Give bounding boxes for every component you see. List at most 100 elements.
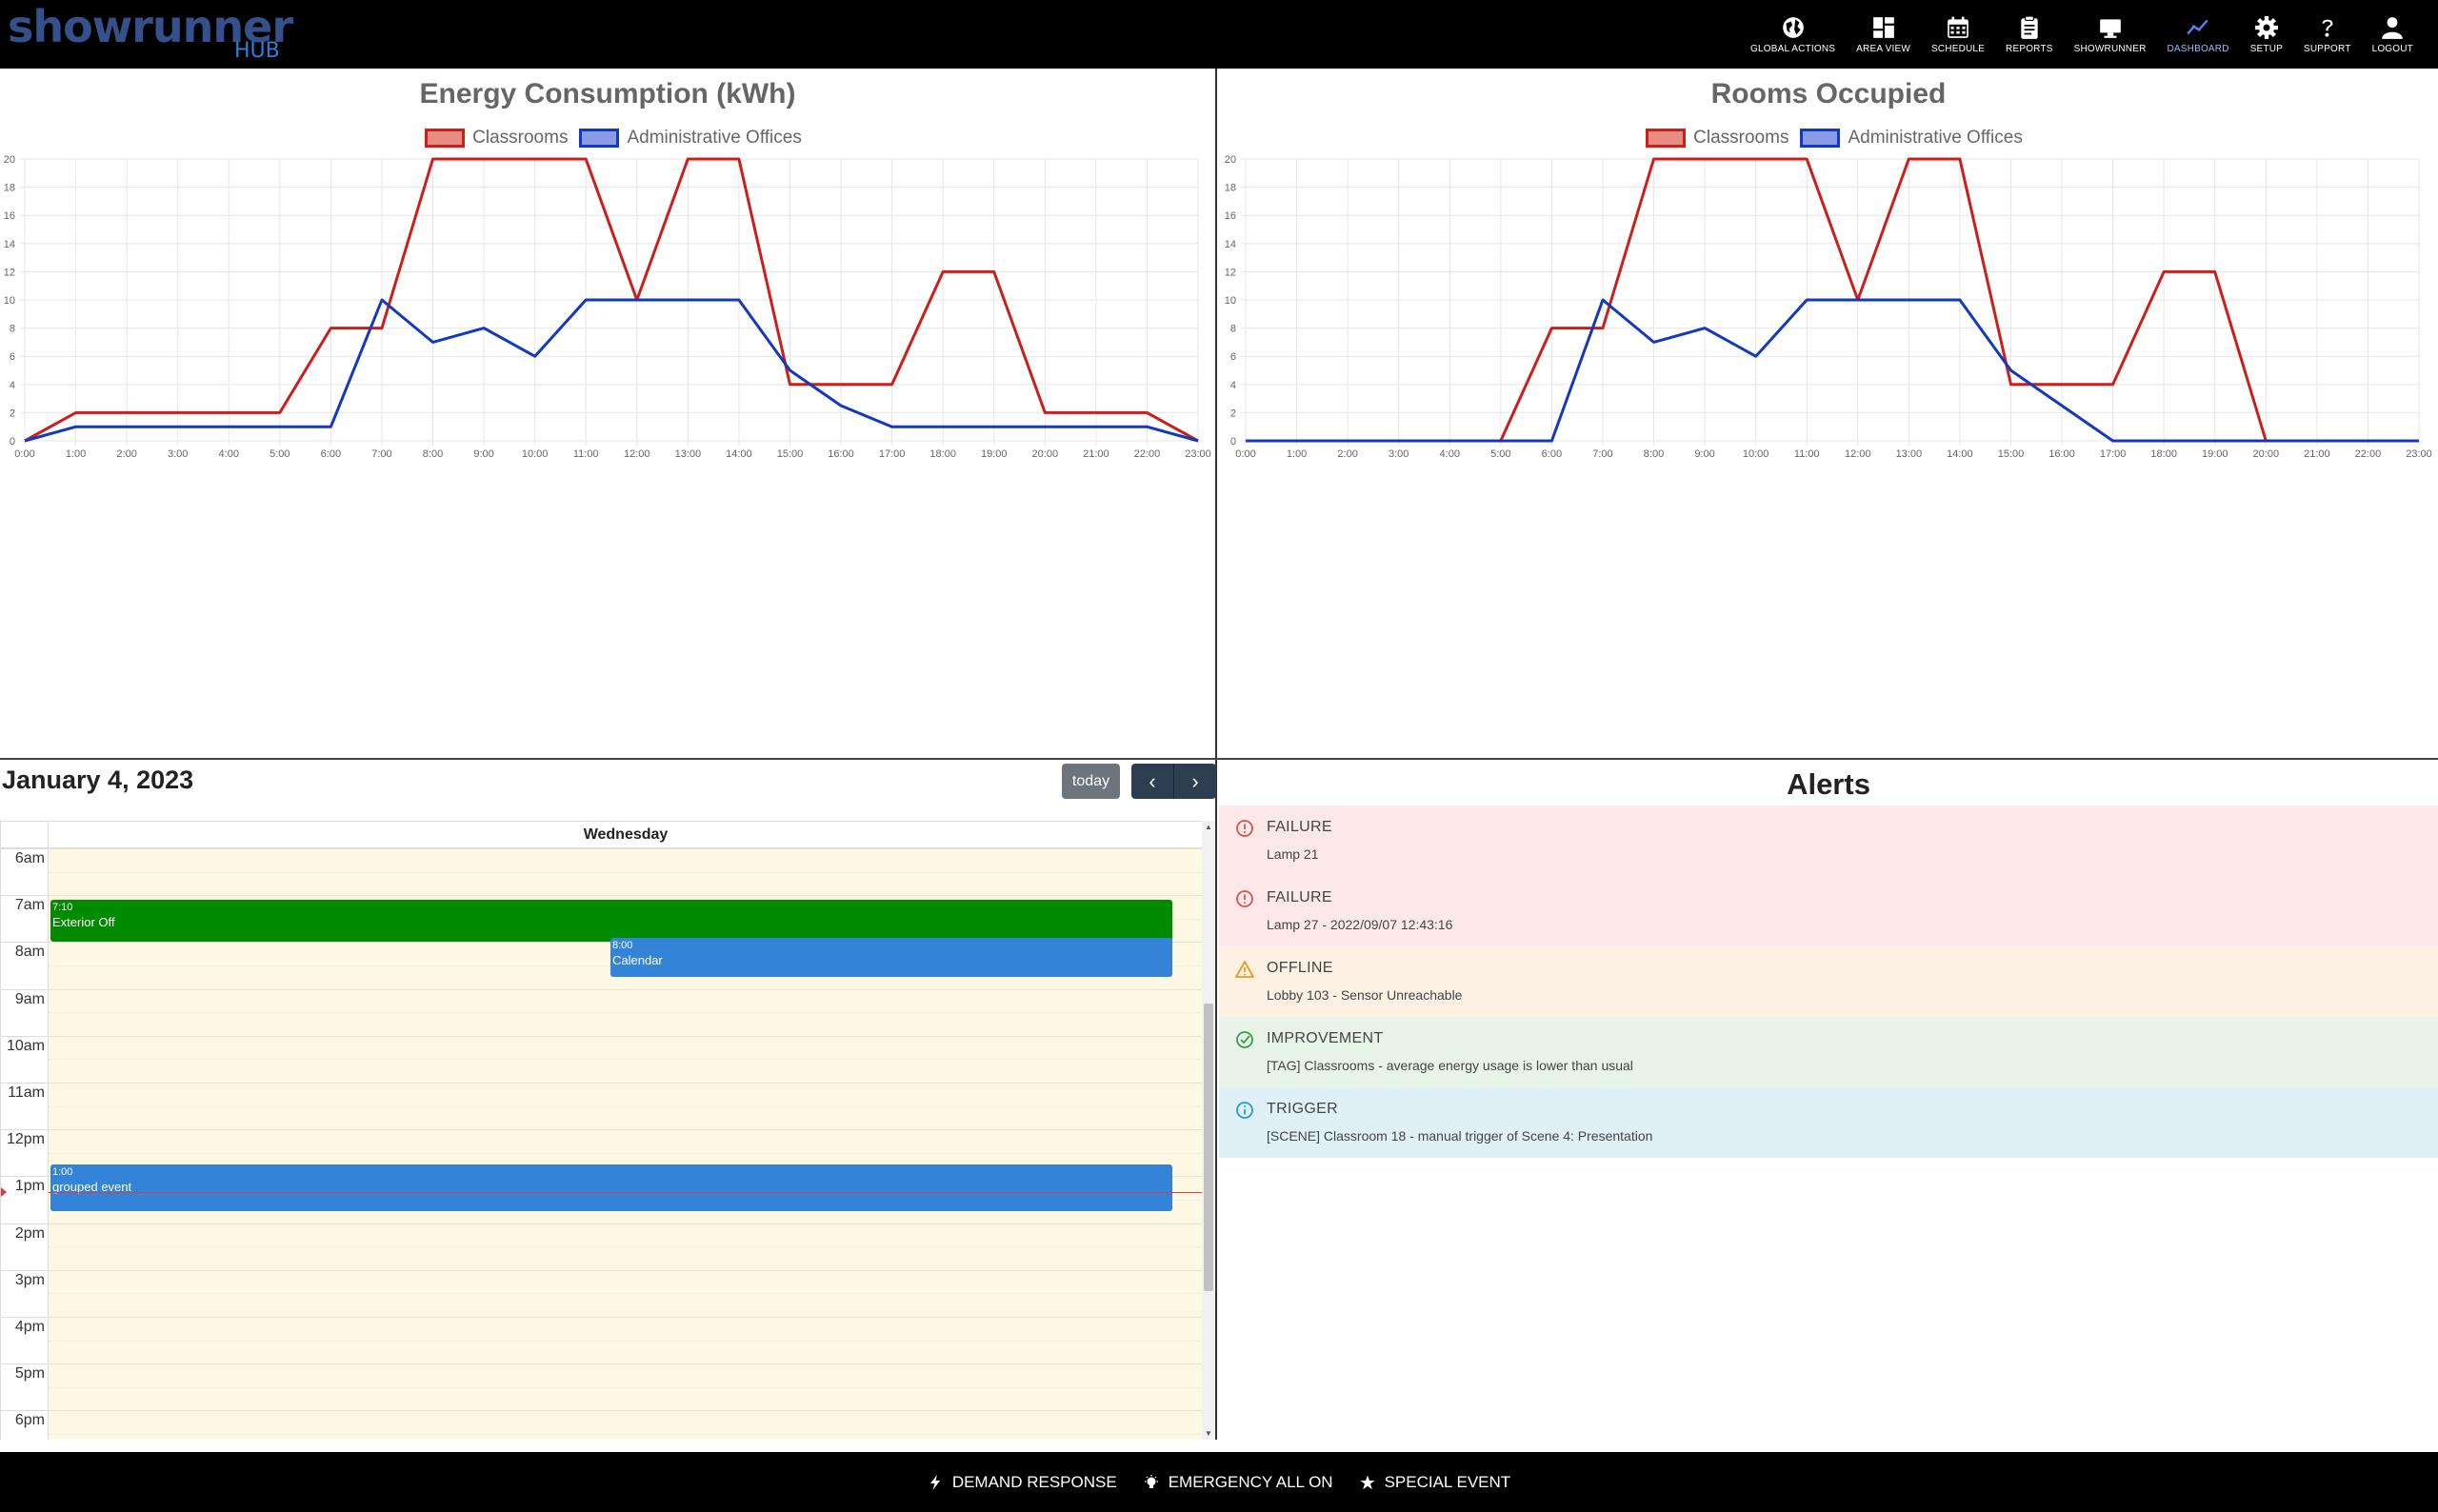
calendar-scrollbar[interactable]: ▲ ▼ <box>1202 821 1215 1440</box>
data-point[interactable] <box>2110 382 2116 388</box>
data-point[interactable] <box>2008 368 2013 373</box>
data-point[interactable] <box>481 156 487 162</box>
data-point[interactable] <box>1042 409 1048 415</box>
series-line-1[interactable] <box>24 298 1199 443</box>
data-point[interactable] <box>277 409 283 415</box>
data-point[interactable] <box>2365 438 2370 444</box>
data-point[interactable] <box>175 409 181 415</box>
next-day-button[interactable]: › <box>1174 764 1216 799</box>
alert-item[interactable]: TRIGGER [SCENE] Classroom 18 - manual tri… <box>1219 1087 2438 1158</box>
data-point[interactable] <box>2008 382 2013 388</box>
data-point[interactable] <box>838 403 844 408</box>
data-point[interactable] <box>1549 326 1554 331</box>
data-point[interactable] <box>736 297 742 303</box>
data-point[interactable] <box>277 424 283 429</box>
data-point[interactable] <box>2059 382 2065 388</box>
emergency-all-on-button[interactable]: EMERGENCY ALL ON <box>1144 1473 1333 1492</box>
data-point[interactable] <box>1753 156 1759 162</box>
data-point[interactable] <box>226 409 231 415</box>
calendar-time-grid[interactable]: 6am 7am 8am 9am 10am 11am 12pm 1pm 2pm 3pm 4pm 5pm 6… <box>1 848 1202 1440</box>
nav-area-view[interactable]: AREA VIEW <box>1856 0 1910 54</box>
data-point[interactable] <box>124 424 130 429</box>
scrollbar-thumb[interactable] <box>1204 1004 1213 1291</box>
data-point[interactable] <box>991 269 997 274</box>
data-point[interactable] <box>532 353 538 359</box>
data-point[interactable] <box>1651 339 1657 345</box>
data-point[interactable] <box>22 438 28 444</box>
data-point[interactable] <box>2059 403 2065 408</box>
data-point[interactable] <box>2110 438 2116 444</box>
data-point[interactable] <box>1498 438 1504 444</box>
nav-reports[interactable]: REPORTS <box>2006 0 2053 54</box>
nav-showrunner[interactable]: SHOWRUNNER <box>2074 0 2147 54</box>
data-point[interactable] <box>685 297 690 303</box>
data-point[interactable] <box>1957 156 1963 162</box>
data-point[interactable] <box>1855 297 1861 303</box>
scroll-down-arrow-icon[interactable]: ▼ <box>1202 1429 1215 1438</box>
data-point[interactable] <box>73 409 79 415</box>
calendar-event[interactable]: 8:00 Calendar <box>610 938 1172 978</box>
data-point[interactable] <box>532 156 538 162</box>
demand-response-button[interactable]: DEMAND RESPONSE <box>928 1473 1117 1492</box>
data-point[interactable] <box>1804 156 1809 162</box>
special-event-button[interactable]: SPECIAL EVENT <box>1360 1473 1510 1492</box>
data-point[interactable] <box>124 409 130 415</box>
data-point[interactable] <box>1651 156 1657 162</box>
scroll-up-arrow-icon[interactable]: ▲ <box>1202 823 1215 831</box>
data-point[interactable] <box>175 424 181 429</box>
data-point[interactable] <box>583 156 589 162</box>
data-point[interactable] <box>1549 438 1554 444</box>
data-point[interactable] <box>2263 438 2268 444</box>
data-point[interactable] <box>1396 438 1402 444</box>
calendar-event[interactable]: 7:10 Exterior Off <box>50 900 1172 943</box>
data-point[interactable] <box>2212 438 2218 444</box>
data-point[interactable] <box>379 297 385 303</box>
alert-item[interactable]: FAILURE Lamp 27 - 2022/09/07 12:43:16 <box>1219 876 2438 946</box>
data-point[interactable] <box>226 424 231 429</box>
data-point[interactable] <box>1702 326 1708 331</box>
alert-item[interactable]: OFFLINE Lobby 103 - Sensor Unreachable <box>1219 946 2438 1017</box>
data-point[interactable] <box>1957 297 1963 303</box>
nav-schedule[interactable]: SCHEDULE <box>1931 0 1985 54</box>
data-point[interactable] <box>787 382 792 388</box>
data-point[interactable] <box>2161 438 2167 444</box>
prev-day-button[interactable]: ‹ <box>1131 764 1173 799</box>
data-point[interactable] <box>1600 326 1606 331</box>
alert-item[interactable]: IMPROVEMENT [TAG] Classrooms - average en… <box>1219 1017 2438 1087</box>
nav-global-actions[interactable]: GLOBAL ACTIONS <box>1750 0 1835 54</box>
calendar-event[interactable]: 1:00 grouped event <box>50 1164 1172 1212</box>
data-point[interactable] <box>1144 409 1149 415</box>
day-column-header[interactable]: Wednesday <box>49 822 1202 848</box>
alert-item[interactable]: FAILURE Lamp 21 <box>1219 806 2438 876</box>
data-point[interactable] <box>1906 156 1911 162</box>
data-point[interactable] <box>685 156 690 162</box>
nav-dashboard[interactable]: DASHBOARD <box>2168 0 2229 54</box>
data-point[interactable] <box>2314 438 2320 444</box>
data-point[interactable] <box>583 297 589 303</box>
data-point[interactable] <box>328 424 333 429</box>
data-point[interactable] <box>940 424 946 429</box>
data-point[interactable] <box>1093 424 1099 429</box>
data-point[interactable] <box>481 326 487 331</box>
data-point[interactable] <box>787 368 792 373</box>
data-point[interactable] <box>991 424 997 429</box>
data-point[interactable] <box>1195 438 1201 444</box>
showrunner-logo[interactable]: showrunner HUB <box>8 2 312 65</box>
data-point[interactable] <box>1753 353 1759 359</box>
data-point[interactable] <box>379 326 385 331</box>
data-point[interactable] <box>1804 297 1809 303</box>
data-point[interactable] <box>889 382 895 388</box>
data-point[interactable] <box>430 156 436 162</box>
data-point[interactable] <box>634 297 640 303</box>
series-line-1[interactable] <box>1246 298 2419 443</box>
data-point[interactable] <box>2161 269 2167 274</box>
data-point[interactable] <box>1042 424 1048 429</box>
nav-setup[interactable]: SETUP <box>2250 0 2283 54</box>
today-button[interactable]: today <box>1062 764 1120 799</box>
data-point[interactable] <box>328 326 333 331</box>
nav-logout[interactable]: LOGOUT <box>2372 0 2413 54</box>
data-point[interactable] <box>430 339 436 345</box>
nav-support[interactable]: SUPPORT <box>2304 0 2351 54</box>
data-point[interactable] <box>1144 424 1149 429</box>
data-point[interactable] <box>1294 438 1300 444</box>
